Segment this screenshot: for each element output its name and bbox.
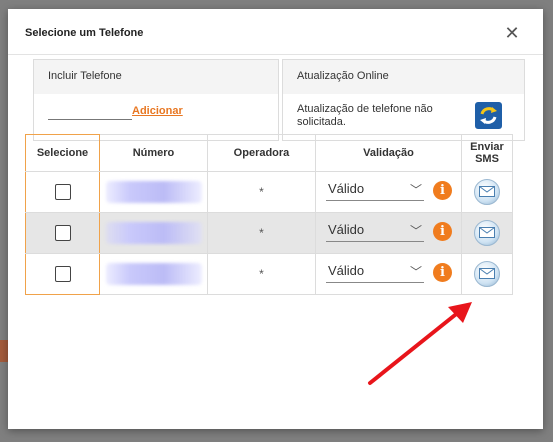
validation-cell: Válido ﹀ i bbox=[315, 171, 462, 213]
header-number: Número bbox=[99, 134, 208, 172]
header-validation: Validação bbox=[315, 134, 462, 172]
number-cell bbox=[99, 212, 208, 254]
operator-value: * bbox=[259, 267, 264, 281]
validation-select[interactable]: Válido ﹀ bbox=[326, 262, 424, 283]
online-update-status: Atualização de telefone não solicitada. bbox=[297, 103, 433, 128]
phone-number bbox=[105, 222, 202, 244]
row-checkbox[interactable] bbox=[54, 184, 71, 200]
row-checkbox[interactable] bbox=[54, 266, 71, 282]
table-row: * Válido ﹀ i bbox=[25, 171, 513, 213]
chevron-down-icon: ﹀ bbox=[409, 183, 422, 197]
operator-cell: * bbox=[207, 212, 316, 254]
validation-cell: Válido ﹀ i bbox=[315, 212, 462, 254]
chevron-down-icon: ﹀ bbox=[409, 265, 422, 279]
table-row: * Válido ﹀ i bbox=[25, 253, 513, 295]
dialog-title: Selecione um Telefone bbox=[25, 27, 144, 39]
add-phone-link[interactable]: Adicionar bbox=[132, 105, 183, 117]
select-cell bbox=[25, 253, 100, 295]
table-row: * Válido ﹀ i bbox=[25, 212, 513, 254]
phone-number bbox=[105, 181, 202, 203]
operator-cell: * bbox=[207, 253, 316, 295]
sms-cell bbox=[461, 212, 513, 254]
online-update-panel: Atualização Online Atualização de telefo… bbox=[282, 59, 525, 141]
chevron-down-icon: ﹀ bbox=[409, 224, 422, 238]
header-send-sms: Enviar SMS bbox=[461, 134, 513, 172]
close-icon[interactable]: ✕ bbox=[500, 22, 524, 46]
operator-cell: * bbox=[207, 171, 316, 213]
header-operator: Operadora bbox=[207, 134, 316, 172]
operator-value: * bbox=[259, 226, 264, 240]
select-cell bbox=[25, 212, 100, 254]
header-send-sms-label: Enviar SMS bbox=[470, 141, 504, 165]
sms-cell bbox=[461, 171, 513, 213]
validation-value: Válido bbox=[328, 222, 365, 237]
red-arrow-annotation bbox=[368, 302, 472, 385]
table-header-row: Selecione Número Operadora Validação Env… bbox=[25, 134, 513, 172]
number-cell bbox=[99, 253, 208, 295]
info-icon[interactable]: i bbox=[433, 222, 452, 241]
backdrop-accent bbox=[0, 340, 8, 362]
info-icon[interactable]: i bbox=[433, 263, 452, 282]
validation-value: Válido bbox=[328, 263, 365, 278]
phone-number bbox=[105, 263, 202, 285]
online-update-title: Atualização Online bbox=[297, 70, 389, 82]
envelope-icon[interactable] bbox=[474, 179, 500, 205]
operator-value: * bbox=[259, 185, 264, 199]
validation-select[interactable]: Válido ﹀ bbox=[326, 180, 424, 201]
number-cell bbox=[99, 171, 208, 213]
envelope-icon[interactable] bbox=[474, 220, 500, 246]
include-phone-panel: Incluir Telefone Adicionar bbox=[33, 59, 279, 141]
envelope-icon[interactable] bbox=[474, 261, 500, 287]
sms-cell bbox=[461, 253, 513, 295]
validation-cell: Válido ﹀ i bbox=[315, 253, 462, 295]
phone-table: Selecione Número Operadora Validação Env… bbox=[25, 134, 513, 295]
refresh-icon[interactable] bbox=[475, 102, 502, 129]
dialog-header: Selecione um Telefone ✕ bbox=[8, 9, 543, 55]
include-phone-title: Incluir Telefone bbox=[48, 70, 122, 82]
phone-input[interactable] bbox=[48, 109, 132, 120]
validation-select[interactable]: Válido ﹀ bbox=[326, 221, 424, 242]
info-icon[interactable]: i bbox=[433, 181, 452, 200]
select-cell bbox=[25, 171, 100, 213]
row-checkbox[interactable] bbox=[54, 225, 71, 241]
header-select: Selecione bbox=[25, 134, 100, 172]
validation-value: Válido bbox=[328, 181, 365, 196]
